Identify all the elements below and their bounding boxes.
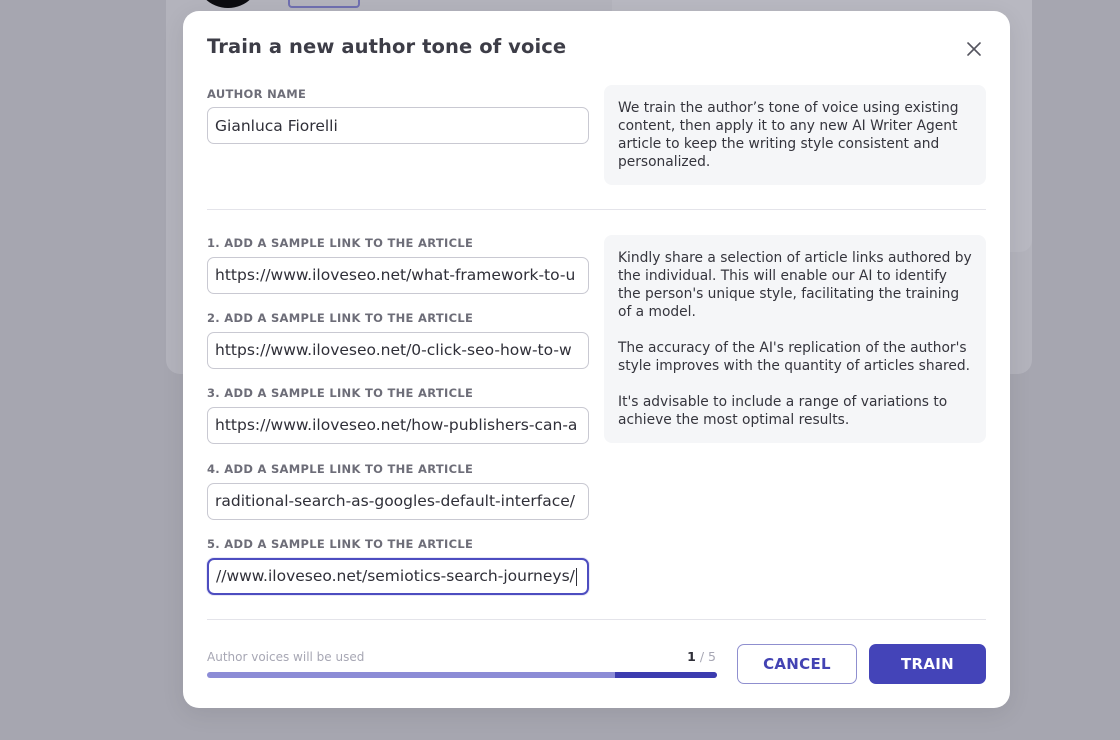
author-info-text: We train the author’s tone of voice usin… [618,100,959,170]
sample-link-5-value: //www.iloveseo.net/semiotics-search-jour… [216,567,575,585]
sample-link-5-label: 5. ADD A SAMPLE LINK TO THE ARTICLE [207,537,474,551]
train-voice-modal: Train a new author tone of voice AUTHOR … [183,11,1010,708]
sample-link-3-input[interactable]: https://www.iloveseo.net/how-publishers-… [207,407,589,444]
author-name-label: AUTHOR NAME [207,87,307,101]
train-button[interactable]: TRAIN [869,644,986,684]
close-button[interactable] [963,38,985,60]
section-divider [207,209,986,210]
close-icon [967,42,981,56]
modal-title: Train a new author tone of voice [207,35,567,58]
sample-link-2-input[interactable]: https://www.iloveseo.net/0-click-seo-how… [207,332,589,369]
usage-total: / 5 [699,649,716,664]
background-button [288,0,360,8]
author-info-box: We train the author’s tone of voice usin… [604,85,986,185]
usage-used: 1 [687,649,696,664]
sample-link-3-value: https://www.iloveseo.net/how-publishers-… [215,416,578,434]
usage-label: Author voices will be used [207,650,365,664]
author-name-input[interactable] [207,107,589,144]
usage-progress-fill [615,672,717,678]
sample-link-3-label: 3. ADD A SAMPLE LINK TO THE ARTICLE [207,386,474,400]
sample-link-4-input[interactable]: raditional-search-as-googles-default-int… [207,483,589,520]
usage-progress-bar [207,672,717,678]
usage-count: 1 / 5 [653,649,716,664]
sample-link-1-value: https://www.iloveseo.net/what-framework-… [215,266,576,284]
sample-link-1-input[interactable]: https://www.iloveseo.net/what-framework-… [207,257,589,294]
sample-link-4-label: 4. ADD A SAMPLE LINK TO THE ARTICLE [207,462,474,476]
samples-info-text-3: It's advisable to include a range of var… [618,394,948,428]
sample-link-2-value: https://www.iloveseo.net/0-click-seo-how… [215,341,572,359]
samples-info-text-1: Kindly share a selection of article link… [618,250,972,320]
samples-info-box: Kindly share a selection of article link… [604,235,986,443]
sample-link-5-input[interactable]: //www.iloveseo.net/semiotics-search-jour… [207,558,589,595]
sample-link-2-label: 2. ADD A SAMPLE LINK TO THE ARTICLE [207,311,474,325]
sample-link-1-label: 1. ADD A SAMPLE LINK TO THE ARTICLE [207,236,474,250]
cancel-button[interactable]: CANCEL [737,644,857,684]
text-cursor [575,567,577,586]
footer-divider [207,619,986,620]
samples-info-text-2: The accuracy of the AI's replication of … [618,340,971,374]
sample-link-4-value: raditional-search-as-googles-default-int… [215,492,575,510]
